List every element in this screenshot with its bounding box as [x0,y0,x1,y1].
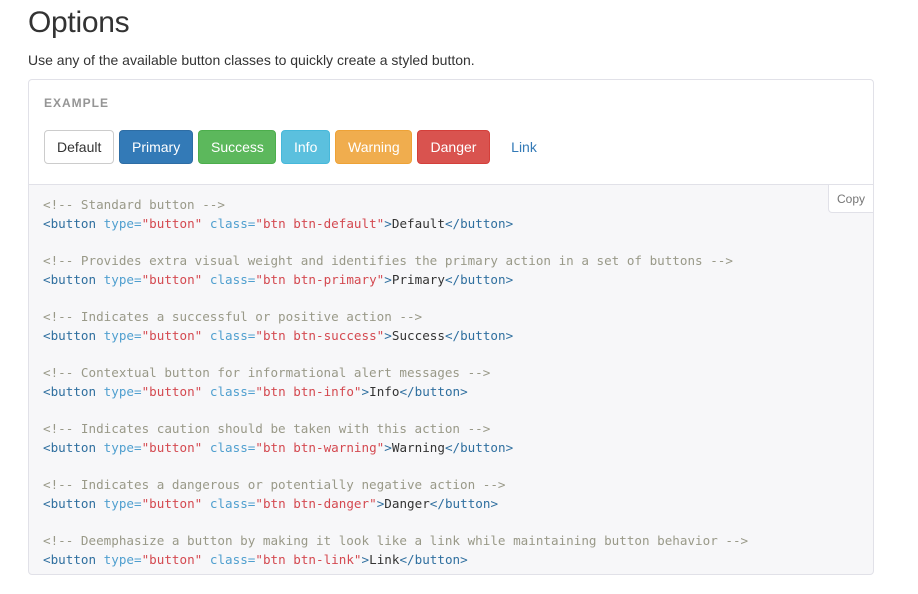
code-tag-close: </button> [429,496,499,511]
code-line: <button type="button" class="btn btn-war… [43,438,748,457]
code-tag-close: </button> [399,384,468,399]
code-comment-line: <!-- Indicates a successful or positive … [43,307,748,326]
code-comment: <!-- Indicates caution should be taken w… [43,421,491,436]
code-attr-type-value: "button" [141,496,203,511]
code-tag-close: </button> [399,552,468,567]
code-attr-class-value: "btn btn-success" [255,328,385,343]
code-attr-class: class= [209,272,256,287]
example-panel: EXAMPLE Default Primary Success Info War… [28,79,874,184]
code-line: <button type="button" class="btn btn-suc… [43,326,748,345]
code-tag-close: </button> [444,272,514,287]
code-text: Primary [391,272,445,287]
code-comment: <!-- Provides extra visual weight and id… [43,253,733,268]
code-comment-line: <!-- Indicates a dangerous or potentiall… [43,475,748,494]
code-attr-class: class= [209,216,256,231]
page-lead: Use any of the available button classes … [28,52,475,68]
link-button[interactable]: Link [495,130,553,164]
code-tag-open: <button [43,496,97,511]
code-comment: <!-- Standard button --> [43,197,225,212]
code-text: Link [369,552,400,567]
code-attr-type: type= [103,496,142,511]
code-text: Warning [391,440,445,455]
success-button[interactable]: Success [198,130,276,164]
code-tag-open: <button [43,440,97,455]
primary-button[interactable]: Primary [119,130,193,164]
code-text: Info [369,384,400,399]
code-attr-class-value: "btn btn-link" [255,552,362,567]
code-tag-gt: > [384,440,392,455]
copy-button[interactable]: Copy [828,184,874,213]
code-tag-open: <button [43,384,97,399]
code-line: <button type="button" class="btn btn-inf… [43,382,748,401]
code-tag-open: <button [43,216,97,231]
code-tag-open: <button [43,328,97,343]
code-attr-class: class= [209,496,256,511]
code-attr-type-value: "button" [141,272,203,287]
code-attr-type-value: "button" [141,328,203,343]
code-tag-open: <button [43,552,97,567]
code-attr-type: type= [103,384,142,399]
code-comment: <!-- Indicates a successful or positive … [43,309,423,324]
code-line: <button type="button" class="btn btn-lin… [43,550,748,569]
code-comment-line: <!-- Deemphasize a button by making it l… [43,531,748,550]
code-text: Danger [384,496,430,511]
code-attr-type: type= [103,552,142,567]
code-block: Copy <!-- Standard button --> <button typ… [28,184,874,575]
code-comment: <!-- Contextual button for informational… [43,365,491,380]
code-tag-gt: > [384,328,392,343]
code-attr-type-value: "button" [141,216,203,231]
code-attr-type-value: "button" [141,440,203,455]
warning-button[interactable]: Warning [335,130,412,164]
default-button[interactable]: Default [44,130,114,164]
code-tag-gt: > [361,552,370,567]
code-attr-class: class= [209,552,256,567]
code-attr-class-value: "btn btn-danger" [255,496,377,511]
code-attr-type: type= [103,272,142,287]
code-attr-class: class= [209,384,256,399]
code-line: <button type="button" class="btn btn-dan… [43,494,748,513]
code-tag-close: </button> [444,216,514,231]
code-line: <button type="button" class="btn btn-pri… [43,270,748,289]
code-attr-class: class= [209,328,256,343]
code-attr-class-value: "btn btn-info" [255,384,362,399]
danger-button[interactable]: Danger [417,130,490,164]
code-text: Default [391,216,445,231]
code-tag-open: <button [43,272,97,287]
code-attr-class-value: "btn btn-warning" [255,440,385,455]
code-attr-class-value: "btn btn-primary" [255,272,385,287]
code-attr-class-value: "btn btn-default" [255,216,385,231]
code-tag-close: </button> [444,328,514,343]
code-attr-type-value: "button" [141,552,203,567]
code-line: <button type="button" class="btn btn-def… [43,214,748,233]
code-attr-type: type= [103,216,142,231]
example-button-row: Default Primary Success Info Warning Dan… [44,130,553,164]
code-comment: <!-- Deemphasize a button by making it l… [43,533,749,548]
code-attr-type: type= [103,440,142,455]
code-attr-type: type= [103,328,142,343]
code-tag-close: </button> [444,440,514,455]
example-label: EXAMPLE [44,96,110,110]
code-comment-line: <!-- Standard button --> [43,195,748,214]
code-attr-type-value: "button" [141,384,203,399]
code-comment-line: <!-- Indicates caution should be taken w… [43,419,748,438]
page-title: Options [28,6,130,39]
info-button[interactable]: Info [281,130,330,164]
code-attr-class: class= [209,440,256,455]
code-tag-gt: > [384,272,392,287]
code-tag-gt: > [361,384,370,399]
code-tag-gt: > [384,216,392,231]
code-comment-line: <!-- Provides extra visual weight and id… [43,251,748,270]
code-comment: <!-- Indicates a dangerous or potentiall… [43,477,506,492]
code-listing: <!-- Standard button --> <button type="bu… [43,195,748,569]
code-text: Success [391,328,445,343]
code-comment-line: <!-- Contextual button for informational… [43,363,748,382]
